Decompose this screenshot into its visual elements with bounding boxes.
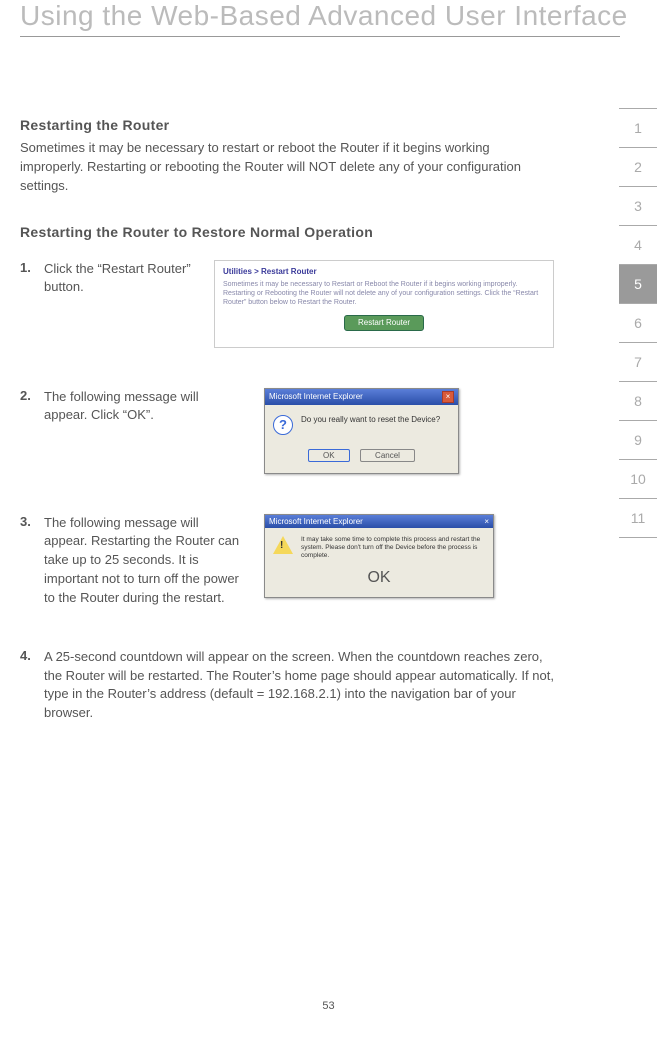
step-text: The following message will appear. Resta… — [44, 514, 254, 608]
restart-router-button[interactable]: Restart Router — [344, 315, 424, 331]
section-tab-11[interactable]: 11 — [619, 498, 657, 538]
section-title: Restarting the Router — [20, 117, 580, 133]
screenshot-restart-router-panel: Utilities > Restart Router Sometimes it … — [214, 260, 554, 348]
close-icon[interactable]: × — [484, 517, 489, 526]
step-3: 3. The following message will appear. Re… — [20, 514, 580, 608]
ok-button[interactable]: OK — [367, 569, 390, 586]
step-2: 2. The following message will appear. Cl… — [20, 388, 580, 474]
warning-icon — [273, 536, 293, 554]
screenshot-warning-dialog: Microsoft Internet Explorer × It may tak… — [264, 514, 494, 598]
section-tab-5[interactable]: 5 — [619, 264, 657, 304]
section-tab-1[interactable]: 1 — [619, 108, 657, 148]
step-text: Click the “Restart Router” button. — [44, 260, 214, 298]
step-text: The following message will appear. Click… — [44, 388, 254, 426]
step-number: 3. — [20, 514, 44, 529]
section-tab-6[interactable]: 6 — [619, 303, 657, 343]
dialog-message: It may take some time to complete this p… — [301, 536, 485, 561]
section-tab-7[interactable]: 7 — [619, 342, 657, 382]
dialog-titlebar: Microsoft Internet Explorer × — [265, 515, 493, 528]
step-number: 1. — [20, 260, 44, 275]
section-tab-4[interactable]: 4 — [619, 225, 657, 265]
step-4: 4. A 25-second countdown will appear on … — [20, 648, 580, 723]
section-tab-8[interactable]: 8 — [619, 381, 657, 421]
ok-button[interactable]: OK — [308, 449, 350, 462]
screenshot-panel-body: Sometimes it may be necessary to Restart… — [223, 280, 545, 307]
section-tab-3[interactable]: 3 — [619, 186, 657, 226]
page-number: 53 — [0, 1000, 657, 1012]
section-intro: Sometimes it may be necessary to restart… — [20, 139, 540, 196]
close-icon[interactable]: × — [442, 391, 454, 403]
dialog-titlebar: Microsoft Internet Explorer × — [265, 389, 458, 405]
page-title: Using the Web-Based Advanced User Interf… — [20, 0, 657, 32]
cancel-button[interactable]: Cancel — [360, 449, 415, 462]
page-header: Using the Web-Based Advanced User Interf… — [20, 0, 657, 37]
step-text: A 25-second countdown will appear on the… — [44, 648, 564, 723]
step-1: 1. Click the “Restart Router” button. Ut… — [20, 260, 580, 348]
step-number: 2. — [20, 388, 44, 403]
screenshot-confirm-dialog: Microsoft Internet Explorer × ? Do you r… — [264, 388, 459, 474]
question-icon: ? — [273, 415, 293, 435]
section-tab-10[interactable]: 10 — [619, 459, 657, 499]
subsection-title: Restarting the Router to Restore Normal … — [20, 224, 580, 240]
dialog-message: Do you really want to reset the Device? — [301, 415, 440, 424]
content-area: Restarting the Router Sometimes it may b… — [20, 37, 580, 723]
section-tab-9[interactable]: 9 — [619, 420, 657, 460]
step-number: 4. — [20, 648, 44, 663]
dialog-title: Microsoft Internet Explorer — [269, 392, 363, 401]
section-tab-2[interactable]: 2 — [619, 147, 657, 187]
dialog-title: Microsoft Internet Explorer — [269, 517, 363, 526]
screenshot-panel-title: Utilities > Restart Router — [223, 267, 545, 276]
section-tabs: 1 2 3 4 5 6 7 8 9 10 11 — [619, 108, 657, 537]
